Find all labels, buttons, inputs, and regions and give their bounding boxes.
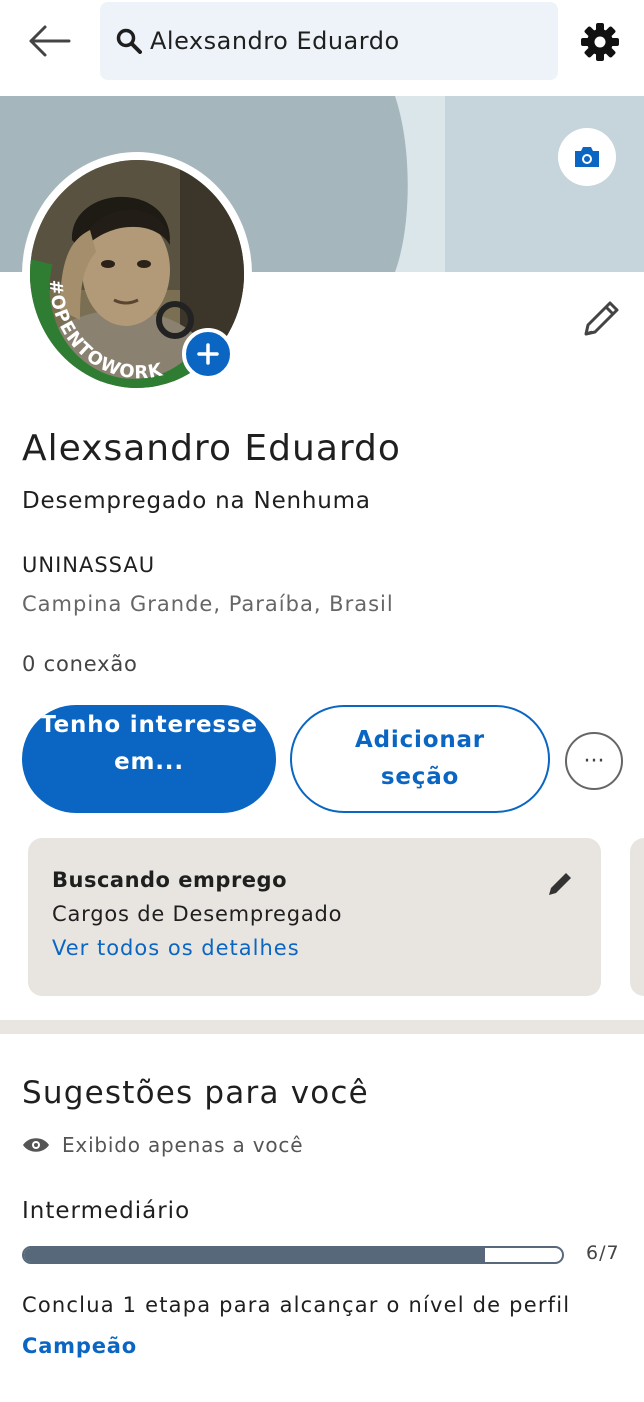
- edit-banner-button[interactable]: [558, 128, 616, 186]
- next-card-peek[interactable]: [630, 838, 644, 996]
- edit-intro-button[interactable]: [578, 298, 622, 342]
- add-section-button[interactable]: Adicionar seção: [290, 705, 550, 813]
- connections-count[interactable]: 0 conexão: [22, 652, 138, 676]
- gear-icon: [581, 23, 619, 61]
- profile-progress-bar: [22, 1246, 564, 1264]
- more-options-button[interactable]: ···: [565, 732, 623, 790]
- see-all-details-link[interactable]: Ver todos os detalhes: [52, 936, 601, 960]
- profile-name: Alexsandro Eduardo: [22, 428, 401, 469]
- back-button[interactable]: [24, 18, 74, 64]
- search-input[interactable]: Alexsandro Eduardo: [150, 27, 400, 55]
- settings-button[interactable]: [580, 22, 620, 62]
- profile-photo[interactable]: #OPENTOWORK: [22, 152, 252, 396]
- arrow-left-icon: [29, 25, 71, 57]
- plus-icon: [197, 343, 219, 365]
- profile-level: Intermediário: [22, 1198, 191, 1224]
- eye-icon: [23, 1138, 49, 1152]
- search-icon: [116, 28, 142, 54]
- pencil-icon: [549, 873, 571, 895]
- progress-count: 6/7: [586, 1242, 620, 1264]
- level-link[interactable]: Campeão: [22, 1334, 137, 1358]
- otw-card-title: Buscando emprego: [52, 868, 288, 892]
- private-note: Exibido apenas a você: [22, 1133, 303, 1157]
- profile-headline: Desempregado na Nenhuma: [22, 488, 371, 514]
- add-photo-button[interactable]: [182, 328, 234, 380]
- progress-fill: [24, 1248, 486, 1262]
- search-bar[interactable]: Alexsandro Eduardo: [100, 2, 558, 80]
- open-to-work-card[interactable]: Buscando emprego Cargos de Desempregado …: [28, 838, 601, 996]
- profile-school[interactable]: UNINASSAU: [22, 553, 155, 577]
- pencil-icon: [584, 301, 619, 336]
- progress-prompt: Conclua 1 etapa para alcançar o nível de…: [22, 1293, 571, 1317]
- profile-location: Campina Grande, Paraíba, Brasil: [22, 592, 394, 616]
- otw-card-roles: Cargos de Desempregado: [52, 902, 343, 926]
- open-to-button[interactable]: Tenho interesse em...: [22, 705, 276, 813]
- section-divider: [0, 1020, 644, 1034]
- edit-otw-button[interactable]: [544, 868, 576, 900]
- private-note-text: Exibido apenas a você: [62, 1133, 304, 1157]
- top-bar: Alexsandro Eduardo: [0, 0, 644, 96]
- camera-icon: [575, 147, 599, 167]
- suggestions-title: Sugestões para você: [22, 1075, 369, 1111]
